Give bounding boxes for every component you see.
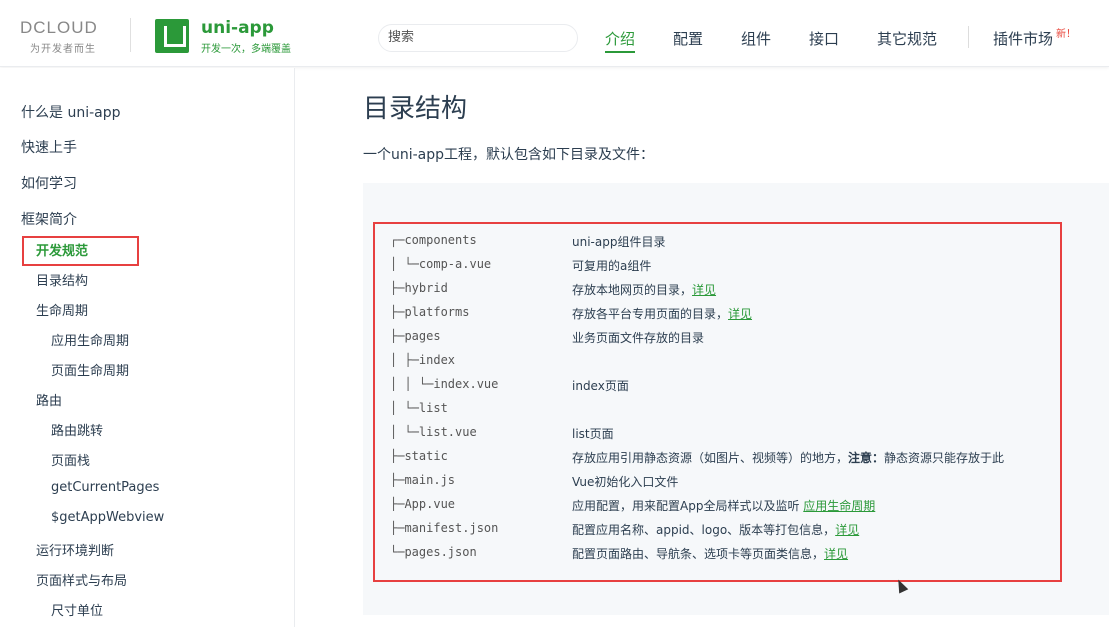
tree-path: ├─platforms <box>390 305 470 319</box>
nav-plugin-market-label: 插件市场 <box>993 30 1054 48</box>
search-input[interactable]: 搜索 <box>378 24 578 52</box>
uni-app-logo-icon[interactable] <box>155 19 189 53</box>
tree-description: list页面 <box>572 425 614 442</box>
tree-path: └─pages.json <box>390 545 477 559</box>
tree-description: uni-app组件目录 <box>572 233 665 250</box>
nav-divider <box>968 26 969 48</box>
sidebar-item-page-style-layout[interactable]: 页面样式与布局 <box>36 570 127 589</box>
nav-other-specs[interactable]: 其它规范 <box>877 28 937 49</box>
new-badge: 新！ <box>1056 29 1077 40</box>
sidebar-item-getcurrentpages[interactable]: getCurrentPages <box>51 480 159 495</box>
tree-path: ├─pages <box>390 329 441 343</box>
tree-description-text: 业务页面文件存放的目录 <box>572 331 705 345</box>
tree-description: Vue初始化入口文件 <box>572 473 678 490</box>
sidebar-item-how-to-learn[interactable]: 如何学习 <box>21 173 77 193</box>
tree-description: 存放本地网页的目录，详见 <box>572 281 716 298</box>
tree-description: 配置应用名称、appid、logo、版本等打包信息，详见 <box>572 521 859 538</box>
tree-path: ├─manifest.json <box>390 521 499 535</box>
tree-description-text: uni-app组件目录 <box>572 235 666 249</box>
sidebar-item-dir-structure[interactable]: 目录结构 <box>36 270 88 289</box>
sidebar: 什么是 uni-app 快速上手 如何学习 框架简介 开发规范 目录结构 生命周… <box>0 68 295 627</box>
annotation-highlight-box <box>22 236 139 266</box>
tree-description: 应用配置，用来配置App全局样式以及监听 应用生命周期 <box>572 497 875 514</box>
sidebar-item-lifecycle[interactable]: 生命周期 <box>36 300 88 319</box>
header-divider <box>130 18 131 52</box>
tree-description-text: index页面 <box>572 379 629 393</box>
tree-path: │ └─list <box>390 401 448 415</box>
sidebar-item-size-unit[interactable]: 尺寸单位 <box>51 600 103 619</box>
tree-description: 配置页面路由、导航条、选项卡等页面类信息，详见 <box>572 545 848 562</box>
tree-path: ├─hybrid <box>390 281 448 295</box>
note-label: 注意： <box>848 451 885 465</box>
app-title[interactable]: uni-app <box>201 18 274 38</box>
note-text: 静态资源只能存放于此 <box>884 451 1005 465</box>
dcloud-slogan: 为开发者而生 <box>30 44 96 55</box>
tree-description-text: list页面 <box>572 427 614 441</box>
nav-plugin-market[interactable]: 插件市场 新！ <box>993 28 1076 49</box>
tree-path: │ └─comp-a.vue <box>390 257 492 271</box>
tree-path: ├─main.js <box>390 473 456 487</box>
top-header: DCLOUD 为开发者而生 uni-app 开发一次，多端覆盖 搜索 介绍 配置… <box>0 0 1109 67</box>
nav-config[interactable]: 配置 <box>673 28 703 49</box>
tree-path: │ └─list.vue <box>390 425 477 439</box>
tree-path: │ ├─index <box>390 353 456 367</box>
tree-description-text: 存放本地网页的目录， <box>572 283 693 297</box>
detail-link[interactable]: 详见 <box>728 307 752 321</box>
tree-description-text: Vue初始化入口文件 <box>572 475 679 489</box>
nav-api[interactable]: 接口 <box>809 28 839 49</box>
sidebar-item-page-lifecycle[interactable]: 页面生命周期 <box>51 360 129 379</box>
detail-link[interactable]: 详见 <box>824 547 848 561</box>
tree-description-text: 应用配置，用来配置App全局样式以及监听 <box>572 499 804 513</box>
sidebar-item-route-navigation[interactable]: 路由跳转 <box>51 420 103 439</box>
page-title: 目录结构 <box>363 94 468 124</box>
detail-link[interactable]: 详见 <box>835 523 859 537</box>
tree-description: 业务页面文件存放的目录 <box>572 329 704 346</box>
sidebar-item-app-lifecycle[interactable]: 应用生命周期 <box>51 330 129 349</box>
tree-description-text: 配置页面路由、导航条、选项卡等页面类信息， <box>572 547 825 561</box>
main-content: 目录结构 一个uni-app工程，默认包含如下目录及文件： ┌─componen… <box>296 68 1109 627</box>
tree-description: 存放各平台专用页面的目录，详见 <box>572 305 752 322</box>
tree-description-text: 可复用的a组件 <box>572 259 652 273</box>
tree-path: ├─App.vue <box>390 497 456 511</box>
detail-link[interactable]: 详见 <box>692 283 716 297</box>
tree-description-text: 存放各平台专用页面的目录， <box>572 307 729 321</box>
tree-description: index页面 <box>572 377 629 394</box>
nav-intro[interactable]: 介绍 <box>605 28 636 53</box>
sidebar-item-routing[interactable]: 路由 <box>36 390 62 409</box>
tree-description: 可复用的a组件 <box>572 257 651 274</box>
detail-link[interactable]: 应用生命周期 <box>803 499 875 513</box>
tree-description: 存放应用引用静态资源（如图片、视频等）的地方，注意：静态资源只能存放于此 <box>572 449 1004 466</box>
nav-components[interactable]: 组件 <box>741 28 771 49</box>
sidebar-item-getappwebview[interactable]: $getAppWebview <box>51 510 164 525</box>
intro-text: 一个uni-app工程，默认包含如下目录及文件： <box>363 147 655 163</box>
sidebar-item-framework-intro[interactable]: 框架简介 <box>21 209 77 229</box>
tree-path: ┌─components <box>390 233 477 247</box>
sidebar-item-page-stack[interactable]: 页面栈 <box>51 450 90 469</box>
sidebar-item-env-detect[interactable]: 运行环境判断 <box>36 540 114 559</box>
dcloud-logo-text: DCLOUD <box>20 18 98 37</box>
sidebar-item-quick-start[interactable]: 快速上手 <box>21 137 77 157</box>
tree-path: ├─static <box>390 449 448 463</box>
tree-path: │ │ └─index.vue <box>390 377 499 391</box>
tree-description-text: 配置应用名称、appid、logo、版本等打包信息， <box>572 523 836 537</box>
tree-description-text: 存放应用引用静态资源（如图片、视频等）的地方， <box>572 451 849 465</box>
dcloud-logo[interactable]: DCLOUD 为开发者而生 <box>20 18 120 55</box>
app-subtitle: 开发一次，多端覆盖 <box>201 44 291 55</box>
sidebar-item-what-is-uni-app[interactable]: 什么是 uni-app <box>21 102 121 122</box>
